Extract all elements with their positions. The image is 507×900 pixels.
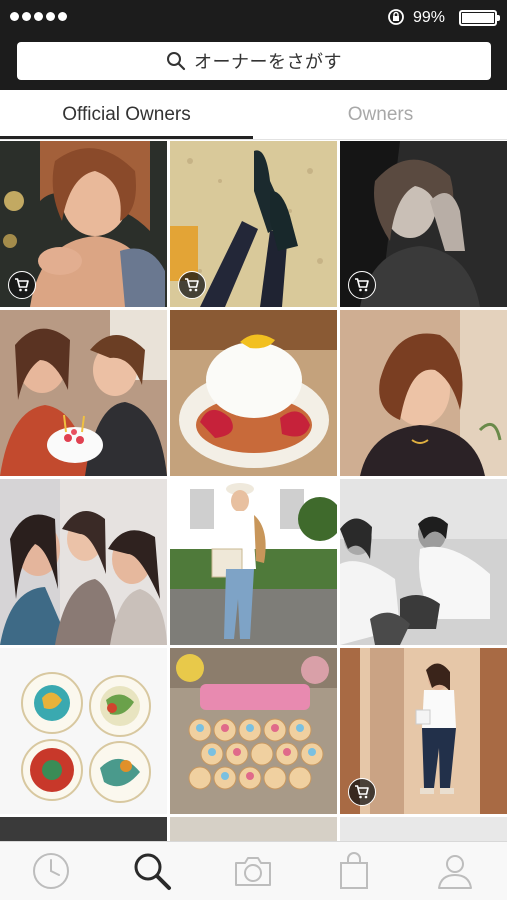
search-placeholder: オーナーをさがす [194, 52, 342, 72]
cart-icon [15, 278, 29, 292]
photo-tile[interactable] [0, 141, 167, 307]
tabbar-timeline[interactable] [29, 850, 73, 892]
active-tab-indicator [0, 136, 253, 139]
search-header: オーナーをさがす [0, 36, 507, 90]
photo-tile[interactable] [340, 310, 507, 476]
tab-official-owners[interactable]: Official Owners [0, 90, 253, 140]
search-icon [167, 52, 186, 71]
search-input[interactable]: オーナーをさがす [17, 42, 491, 80]
person-icon [438, 855, 472, 889]
bag-icon [340, 852, 368, 889]
photo-woman-smiling [340, 310, 507, 476]
cart-icon [355, 785, 369, 799]
camera-icon [235, 857, 271, 886]
rotation-lock-icon [388, 9, 404, 25]
photo-strawberry-dessert [170, 310, 337, 476]
photo-tile[interactable] [170, 648, 337, 814]
cart-badge [348, 778, 376, 806]
battery-icon [459, 10, 500, 26]
photo-tile[interactable] [0, 648, 167, 814]
cart-badge [8, 271, 36, 299]
tabbar-profile[interactable] [433, 850, 477, 892]
cart-icon [355, 278, 369, 292]
tab-owners[interactable]: Owners [254, 90, 507, 140]
tabbar-search[interactable] [130, 850, 174, 892]
photo-tile[interactable] [340, 479, 507, 645]
owner-tabs: Official Owners Owners [0, 90, 507, 140]
photo-friends-cake [0, 310, 167, 476]
photo-tile[interactable] [340, 141, 507, 307]
cart-badge [178, 271, 206, 299]
cart-badge [348, 271, 376, 299]
battery-percent: 99% [413, 9, 446, 26]
photo-tile[interactable] [170, 310, 337, 476]
photo-painted-plates [0, 648, 167, 814]
status-bar: 99% [0, 0, 507, 36]
photo-tile[interactable] [340, 648, 507, 814]
photo-cupcakes [170, 648, 337, 814]
photo-tile[interactable] [0, 479, 167, 645]
photo-tile[interactable] [340, 817, 507, 841]
photo-tile[interactable] [170, 817, 337, 841]
photo-tile[interactable] [0, 817, 167, 841]
photo-tile[interactable] [170, 479, 337, 645]
search-icon [134, 853, 171, 890]
owner-photo-grid [0, 141, 507, 841]
photo-fitting-bw [340, 479, 507, 645]
tabbar-shop[interactable] [332, 850, 376, 892]
photo-group-selfie [0, 479, 167, 645]
signal-strength-icon [10, 12, 67, 21]
tabbar-camera[interactable] [231, 850, 275, 892]
photo-woman-outdoors [170, 479, 337, 645]
photo-tile[interactable] [170, 141, 337, 307]
bottom-tab-bar [0, 841, 507, 900]
photo-tile[interactable] [0, 310, 167, 476]
cart-icon [185, 278, 199, 292]
clock-icon [33, 853, 69, 889]
